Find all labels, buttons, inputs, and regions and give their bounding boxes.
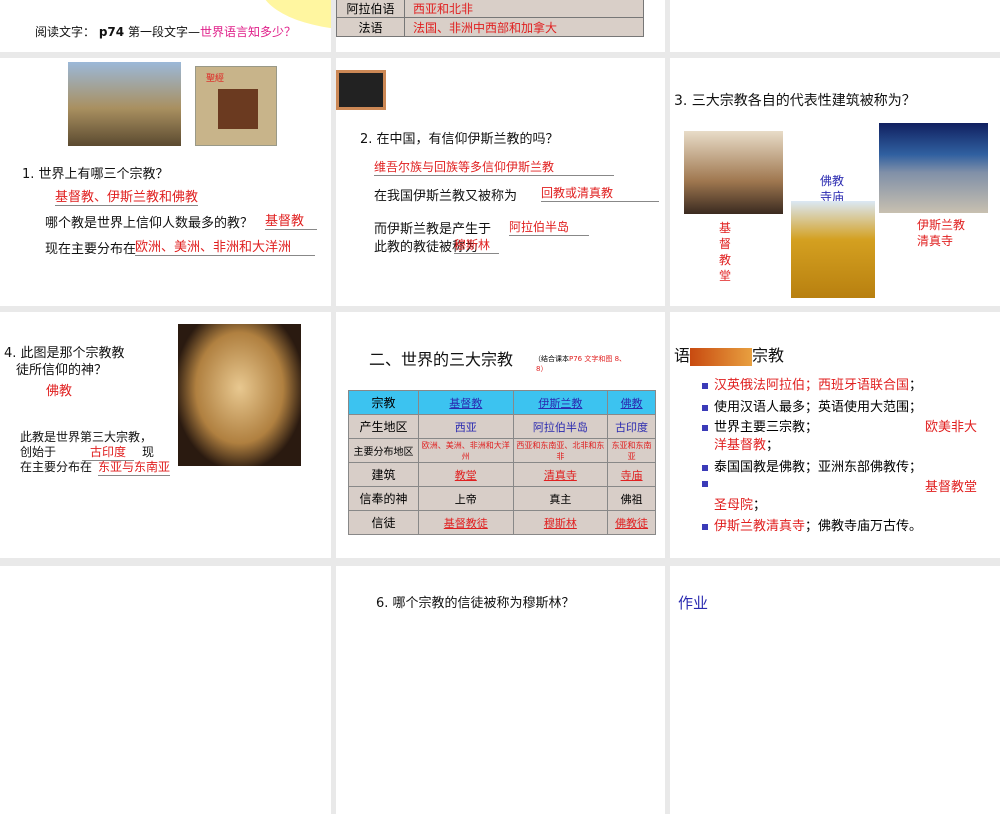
slide-thumbnail-9[interactable]: 语宗教 汉英俄法阿拉伯；西班牙语联合国； 使用汉语人最多；英语使用大范围； 世界… xyxy=(670,312,1000,558)
answer: 欧洲、美洲、非洲和大洋洲 xyxy=(135,236,315,256)
question-1: 1. 世界上有哪三个宗教？ xyxy=(22,167,169,182)
text: 在主要分布在 xyxy=(20,460,93,474)
pagoda-image xyxy=(791,201,875,298)
church-label: 基督教堂 xyxy=(719,221,732,283)
answer: 佛教 xyxy=(46,384,73,399)
answer: 东亚与东南亚 xyxy=(98,460,171,476)
slide-thumbnail-5[interactable]: 2. 在中国，有信仰伊斯兰教的吗？ 维吾尔族与回族等多信仰伊斯兰教 在我国伊斯兰… xyxy=(336,58,665,306)
slide-thumbnail-2[interactable]: 阿拉伯语 西亚和北非 法语 法国、非洲中西部和加拿大 xyxy=(336,0,665,52)
question: 现在主要分布在 xyxy=(45,242,137,257)
religion-table: 宗教 基督教 伊斯兰教 佛教 产生地区 西亚 阿拉伯半岛 古印度 主要分布地区 欧洲、美洲、非… xyxy=(348,390,656,535)
mosque-label: 伊斯兰教 xyxy=(917,218,966,232)
slide-title: 语宗教 xyxy=(674,346,785,366)
answer: 基督教、伊斯兰教和佛教 xyxy=(55,186,199,206)
answer: 穆斯林 xyxy=(454,236,499,254)
question-3: 3. 三大宗教各自的代表性建筑被称为？ xyxy=(674,93,916,109)
slide-thumbnail-7[interactable]: 4. 此图是那个宗教教 徒所信仰的神？ 佛教 此教是世界第三大宗教， 创始于 古… xyxy=(0,312,331,558)
slide-title: 二、世界的三大宗教 xyxy=(369,350,514,369)
language-table: 阿拉伯语 西亚和北非 法语 法国、非洲中西部和加拿大 xyxy=(336,0,644,37)
slide-thumbnail-8[interactable]: 二、世界的三大宗教 （结合课本P76 文字和图 8、 8） 宗教 基督教 伊斯兰教佛… xyxy=(336,312,665,558)
buddha-image xyxy=(178,324,301,466)
answer: 基督教 xyxy=(265,210,317,230)
question: 在我国伊斯兰教又被称为 xyxy=(374,189,518,204)
question: 而伊斯兰教是产生于 xyxy=(374,222,492,237)
slide-thumbnail-11[interactable]: 6. 哪个宗教的信徒被称为穆斯林？ xyxy=(336,566,665,814)
slide-thumbnail-10[interactable] xyxy=(0,566,331,814)
slide-thumbnail-12[interactable]: 作业 xyxy=(670,566,1000,814)
slide-thumbnail-1[interactable]: 阅读文字： p74 第一段文字—世界语言知多少？ xyxy=(0,0,331,52)
question: 徒所信仰的神？ xyxy=(16,363,108,378)
question: 哪个教是世界上信仰人数最多的教？ xyxy=(45,216,254,231)
mosque-image xyxy=(879,123,988,213)
question-2: 2. 在中国，有信仰伊斯兰教的吗？ xyxy=(360,132,559,147)
slide-thumbnail-6[interactable]: 3. 三大宗教各自的代表性建筑被称为？ 基督教堂 佛教寺庙 伊斯兰教 清真寺 xyxy=(670,58,1000,306)
bible-image: 聖經 xyxy=(195,66,277,146)
book-image xyxy=(336,70,386,110)
mosque-label: 清真寺 xyxy=(917,234,954,248)
church-image xyxy=(684,131,783,214)
reading-instruction: 阅读文字： p74 第一段文字—世界语言知多少？ xyxy=(35,25,296,39)
slide-thumbnail-3[interactable] xyxy=(670,0,1000,52)
question-6: 6. 哪个宗教的信徒被称为穆斯林？ xyxy=(376,596,575,611)
slide-thumbnail-4[interactable]: 聖經 1. 世界上有哪三个宗教？ 基督教、伊斯兰教和佛教 哪个教是世界上信仰人数… xyxy=(0,58,331,306)
slide-title: 作业 xyxy=(678,594,709,612)
answer: 阿拉伯半岛 xyxy=(509,218,589,236)
answer: 回教或清真教 xyxy=(541,184,659,202)
answer: 维吾尔族与回族等多信仰伊斯兰教 xyxy=(374,158,614,176)
jesus-painting-image xyxy=(68,62,181,146)
